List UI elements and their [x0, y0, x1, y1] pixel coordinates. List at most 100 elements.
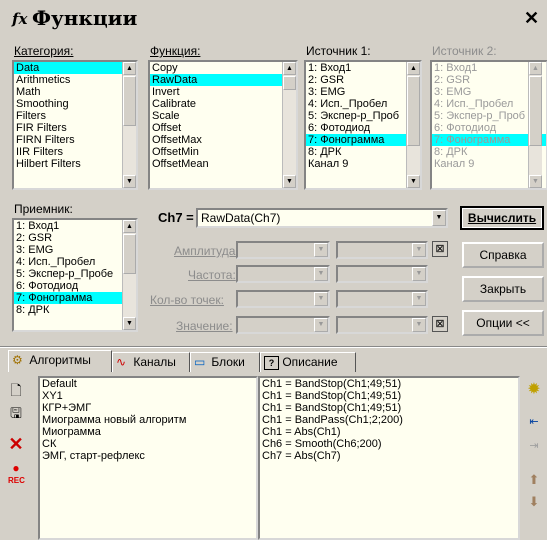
- list-item[interactable]: Arithmetics: [14, 74, 136, 86]
- scroll-thumb: [529, 76, 542, 146]
- save-icon[interactable]: 🖫: [6, 403, 26, 423]
- list-item[interactable]: OffsetMean: [150, 158, 296, 170]
- scroll-thumb[interactable]: [123, 234, 136, 274]
- list-item[interactable]: Scale: [150, 110, 296, 122]
- scroll-down-icon[interactable]: ▼: [123, 175, 136, 188]
- tab-description[interactable]: ? Описание: [260, 352, 356, 372]
- list-item[interactable]: Offset: [150, 122, 296, 134]
- scroll-down-icon[interactable]: ▼: [123, 317, 136, 330]
- list-item[interactable]: Миограмма: [40, 426, 256, 438]
- source2-list: 1: Вход1 2: GSR 3: EMG 4: Исп._Пробел 5:…: [430, 60, 547, 190]
- list-item[interactable]: 8: ДРК: [14, 304, 136, 316]
- scrollbar: ▲ ▼: [528, 62, 542, 188]
- scrollbar[interactable]: ▲ ▼: [122, 62, 136, 188]
- list-item[interactable]: 7: Фонограмма: [306, 134, 420, 146]
- list-item[interactable]: Data: [14, 62, 136, 74]
- chevron-down-icon[interactable]: ▼: [432, 210, 446, 226]
- chevron-down-icon: ▼: [314, 318, 328, 332]
- chevron-down-icon: ▼: [314, 243, 328, 257]
- help-button[interactable]: Справка: [462, 242, 544, 268]
- scrollbar[interactable]: ▲ ▼: [122, 220, 136, 330]
- list-item[interactable]: OffsetMin: [150, 146, 296, 158]
- receiver-list[interactable]: 1: Вход1 2: GSR 3: EMG 4: Исп._Пробел 5:…: [12, 218, 138, 332]
- list-item[interactable]: 5: Экспер-р_Пробе: [14, 268, 136, 280]
- value-unit-combo: ▼: [336, 316, 428, 334]
- list-item[interactable]: 6: Фотодиод: [306, 122, 420, 134]
- formula-combobox[interactable]: RawData(Ch7) ▼: [196, 208, 448, 228]
- list-item[interactable]: RawData: [150, 74, 296, 86]
- list-item[interactable]: СК: [40, 438, 256, 450]
- amplitude-combo: ▼: [236, 241, 330, 259]
- value-label: Значение:: [176, 319, 233, 333]
- tab-algorithms[interactable]: ⚙ Алгоритмы: [8, 350, 112, 372]
- new-file-icon[interactable]: 🗋: [6, 380, 26, 400]
- scroll-up-icon[interactable]: ▲: [123, 62, 136, 75]
- list-item[interactable]: 1: Вход1: [14, 220, 136, 232]
- list-item[interactable]: 4: Исп._Пробел: [306, 98, 420, 110]
- scrollbar[interactable]: ▲ ▼: [282, 62, 296, 188]
- tab-label: Блоки: [211, 355, 245, 369]
- formula-value: RawData(Ch7): [201, 211, 281, 225]
- list-item[interactable]: 8: ДРК: [306, 146, 420, 158]
- source1-list[interactable]: 1: Вход1 2: GSR 3: EMG 4: Исп._Пробел 5:…: [304, 60, 422, 190]
- list-item[interactable]: Invert: [150, 86, 296, 98]
- list-item[interactable]: OffsetMax: [150, 134, 296, 146]
- amplitude-toggle-icon[interactable]: ⊠: [432, 241, 448, 257]
- list-item[interactable]: ЭМГ, старт-рефлекс: [40, 450, 256, 462]
- list-item[interactable]: Канал 9: [306, 158, 420, 170]
- scrollbar[interactable]: ▲ ▼: [406, 62, 420, 188]
- algorithms-list[interactable]: Default XY1 КГР+ЭМГ Миограмма новый алго…: [38, 376, 258, 540]
- list-item[interactable]: IIR Filters: [14, 146, 136, 158]
- scroll-down-icon[interactable]: ▼: [283, 175, 296, 188]
- scroll-down-icon[interactable]: ▼: [407, 175, 420, 188]
- tab-channels[interactable]: ∿ Каналы: [112, 352, 190, 372]
- function-icon: fx: [12, 10, 28, 28]
- calculate-button[interactable]: Вычислить: [460, 206, 544, 230]
- list-item[interactable]: FIRN Filters: [14, 134, 136, 146]
- algorithm-code[interactable]: Ch1 = BandStop(Ch1;49;51) Ch1 = BandStop…: [258, 376, 520, 540]
- close-button[interactable]: Закрыть: [462, 276, 544, 302]
- list-item[interactable]: Math: [14, 86, 136, 98]
- move-up-icon[interactable]: ⬆: [524, 470, 544, 490]
- scroll-up-icon[interactable]: ▲: [123, 220, 136, 233]
- close-icon[interactable]: ✕: [524, 8, 539, 29]
- scroll-up-icon[interactable]: ▲: [283, 62, 296, 75]
- options-button[interactable]: Опции <<: [462, 310, 544, 336]
- category-list[interactable]: Data Arithmetics Math Smoothing Filters …: [12, 60, 138, 190]
- list-item[interactable]: FIR Filters: [14, 122, 136, 134]
- scroll-thumb[interactable]: [283, 76, 296, 90]
- divider: [0, 346, 547, 348]
- frequency-combo: ▼: [236, 265, 330, 283]
- export-icon[interactable]: ⇥: [524, 436, 544, 456]
- list-item[interactable]: Calibrate: [150, 98, 296, 110]
- list-item[interactable]: 6: Фотодиод: [14, 280, 136, 292]
- list-item[interactable]: 3: EMG: [14, 244, 136, 256]
- list-item[interactable]: 3: EMG: [306, 86, 420, 98]
- list-item[interactable]: 1: Вход1: [306, 62, 420, 74]
- list-item[interactable]: Default: [40, 378, 256, 390]
- move-down-icon[interactable]: ⬇: [524, 492, 544, 512]
- scroll-thumb[interactable]: [407, 76, 420, 146]
- list-item[interactable]: Copy: [150, 62, 296, 74]
- list-item[interactable]: 2: GSR: [14, 232, 136, 244]
- list-item[interactable]: 7: Фонограмма: [14, 292, 136, 304]
- list-item[interactable]: Миограмма новый алгоритм: [40, 414, 256, 426]
- insert-icon[interactable]: ⇤: [524, 412, 544, 432]
- scroll-thumb[interactable]: [123, 76, 136, 126]
- list-item[interactable]: КГР+ЭМГ: [40, 402, 256, 414]
- title-bar: fx Функции ✕: [0, 0, 547, 40]
- value-toggle-icon[interactable]: ⊠: [432, 316, 448, 332]
- tab-blocks[interactable]: ▭ Блоки: [190, 352, 260, 372]
- list-item[interactable]: 4: Исп._Пробел: [14, 256, 136, 268]
- list-item[interactable]: 5: Экспер-р_Проб: [306, 110, 420, 122]
- function-list[interactable]: Copy RawData Invert Calibrate Scale Offs…: [148, 60, 298, 190]
- list-item[interactable]: 2: GSR: [306, 74, 420, 86]
- delete-icon[interactable]: ✕: [6, 434, 26, 454]
- gear-icon[interactable]: ✹: [524, 380, 544, 400]
- scroll-up-icon[interactable]: ▲: [407, 62, 420, 75]
- list-item[interactable]: Filters: [14, 110, 136, 122]
- record-label: REC: [8, 476, 25, 485]
- list-item[interactable]: XY1: [40, 390, 256, 402]
- list-item[interactable]: Smoothing: [14, 98, 136, 110]
- list-item[interactable]: Hilbert Filters: [14, 158, 136, 170]
